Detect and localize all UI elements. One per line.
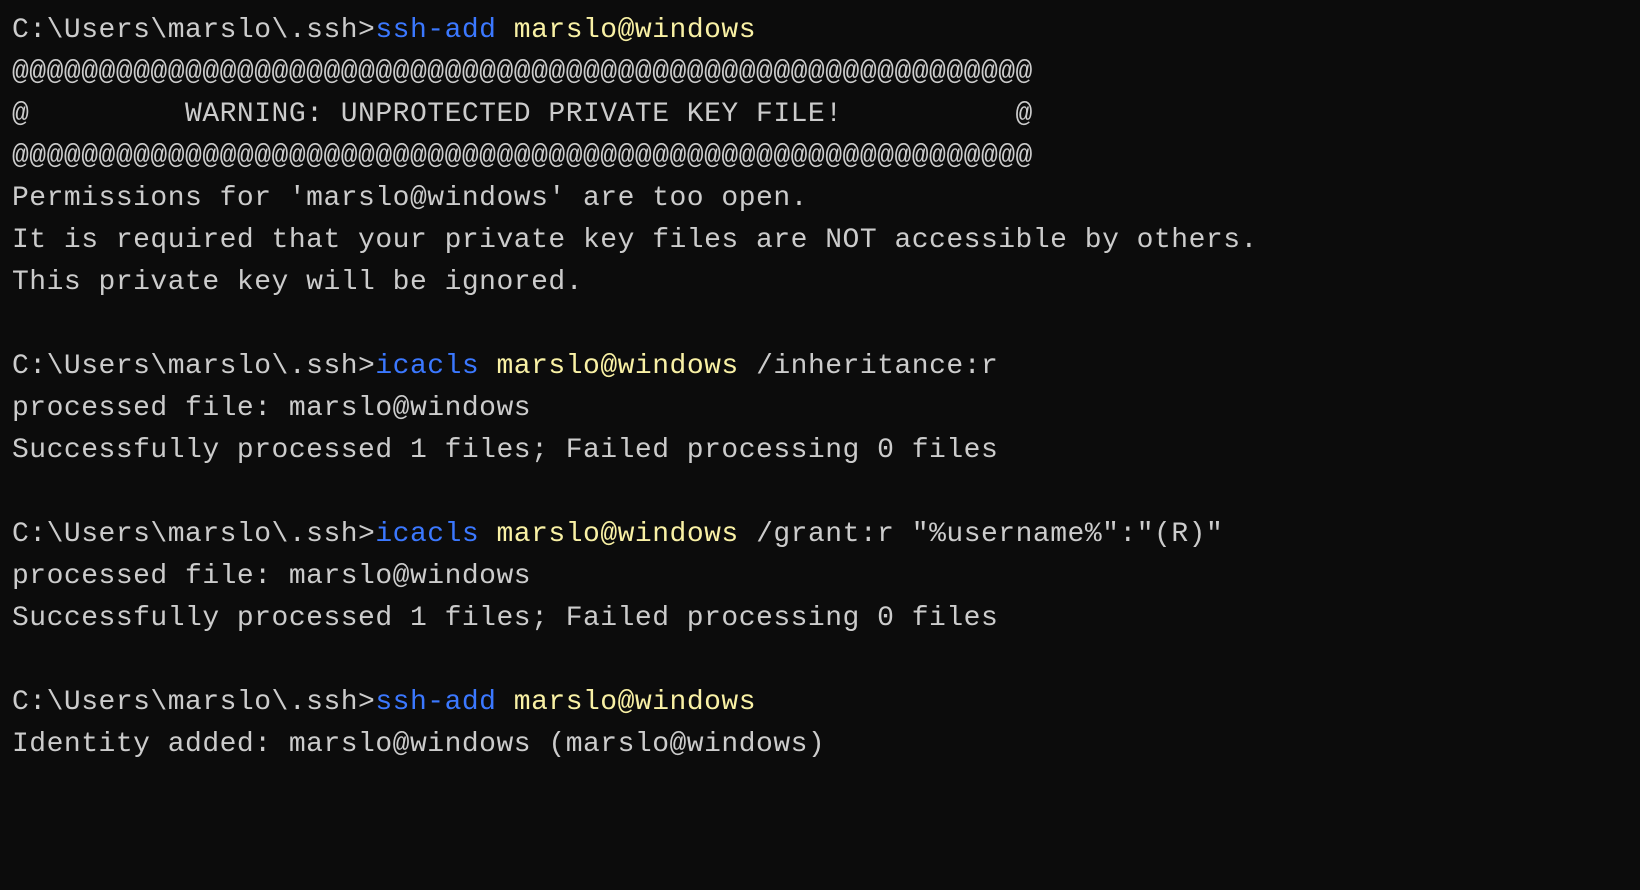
- command-arg: marslo@windows: [514, 15, 756, 46]
- command-arg: marslo@windows: [514, 687, 756, 718]
- terminal-output[interactable]: C:\Users\marslo\.ssh>ssh-add marslo@wind…: [12, 10, 1628, 766]
- warning-border-bottom: @@@@@@@@@@@@@@@@@@@@@@@@@@@@@@@@@@@@@@@@…: [12, 136, 1628, 178]
- success-message: Successfully processed 1 files; Failed p…: [12, 598, 1628, 640]
- command-arg-file: marslo@windows: [497, 519, 739, 550]
- permissions-message: Permissions for 'marslo@windows' are too…: [12, 178, 1628, 220]
- command-line-1: C:\Users\marslo\.ssh>ssh-add marslo@wind…: [12, 10, 1628, 52]
- command-line-3: C:\Users\marslo\.ssh>icacls marslo@windo…: [12, 514, 1628, 556]
- command-ssh-add: ssh-add: [375, 15, 496, 46]
- blank-line: [12, 472, 1628, 514]
- command-icacls: icacls: [375, 351, 479, 382]
- warning-message: @ WARNING: UNPROTECTED PRIVATE KEY FILE!…: [12, 94, 1628, 136]
- command-line-2: C:\Users\marslo\.ssh>icacls marslo@windo…: [12, 346, 1628, 388]
- prompt-path: C:\Users\marslo\.ssh>: [12, 15, 375, 46]
- blank-line: [12, 304, 1628, 346]
- prompt-path: C:\Users\marslo\.ssh>: [12, 519, 375, 550]
- processed-file-message: processed file: marslo@windows: [12, 388, 1628, 430]
- ignored-message: This private key will be ignored.: [12, 262, 1628, 304]
- success-message: Successfully processed 1 files; Failed p…: [12, 430, 1628, 472]
- command-arg-file: marslo@windows: [497, 351, 739, 382]
- command-arg-inheritance: /inheritance:r: [756, 351, 998, 382]
- command-icacls: icacls: [375, 519, 479, 550]
- command-arg-grant: /grant:r: [756, 519, 894, 550]
- processed-file-message: processed file: marslo@windows: [12, 556, 1628, 598]
- requirement-message: It is required that your private key fil…: [12, 220, 1628, 262]
- warning-border-top: @@@@@@@@@@@@@@@@@@@@@@@@@@@@@@@@@@@@@@@@…: [12, 52, 1628, 94]
- prompt-path: C:\Users\marslo\.ssh>: [12, 687, 375, 718]
- command-ssh-add: ssh-add: [375, 687, 496, 718]
- prompt-path: C:\Users\marslo\.ssh>: [12, 351, 375, 382]
- blank-line: [12, 640, 1628, 682]
- command-arg-username: "%username%":"(R)": [912, 519, 1223, 550]
- identity-added-message: Identity added: marslo@windows (marslo@w…: [12, 724, 1628, 766]
- command-line-4: C:\Users\marslo\.ssh>ssh-add marslo@wind…: [12, 682, 1628, 724]
